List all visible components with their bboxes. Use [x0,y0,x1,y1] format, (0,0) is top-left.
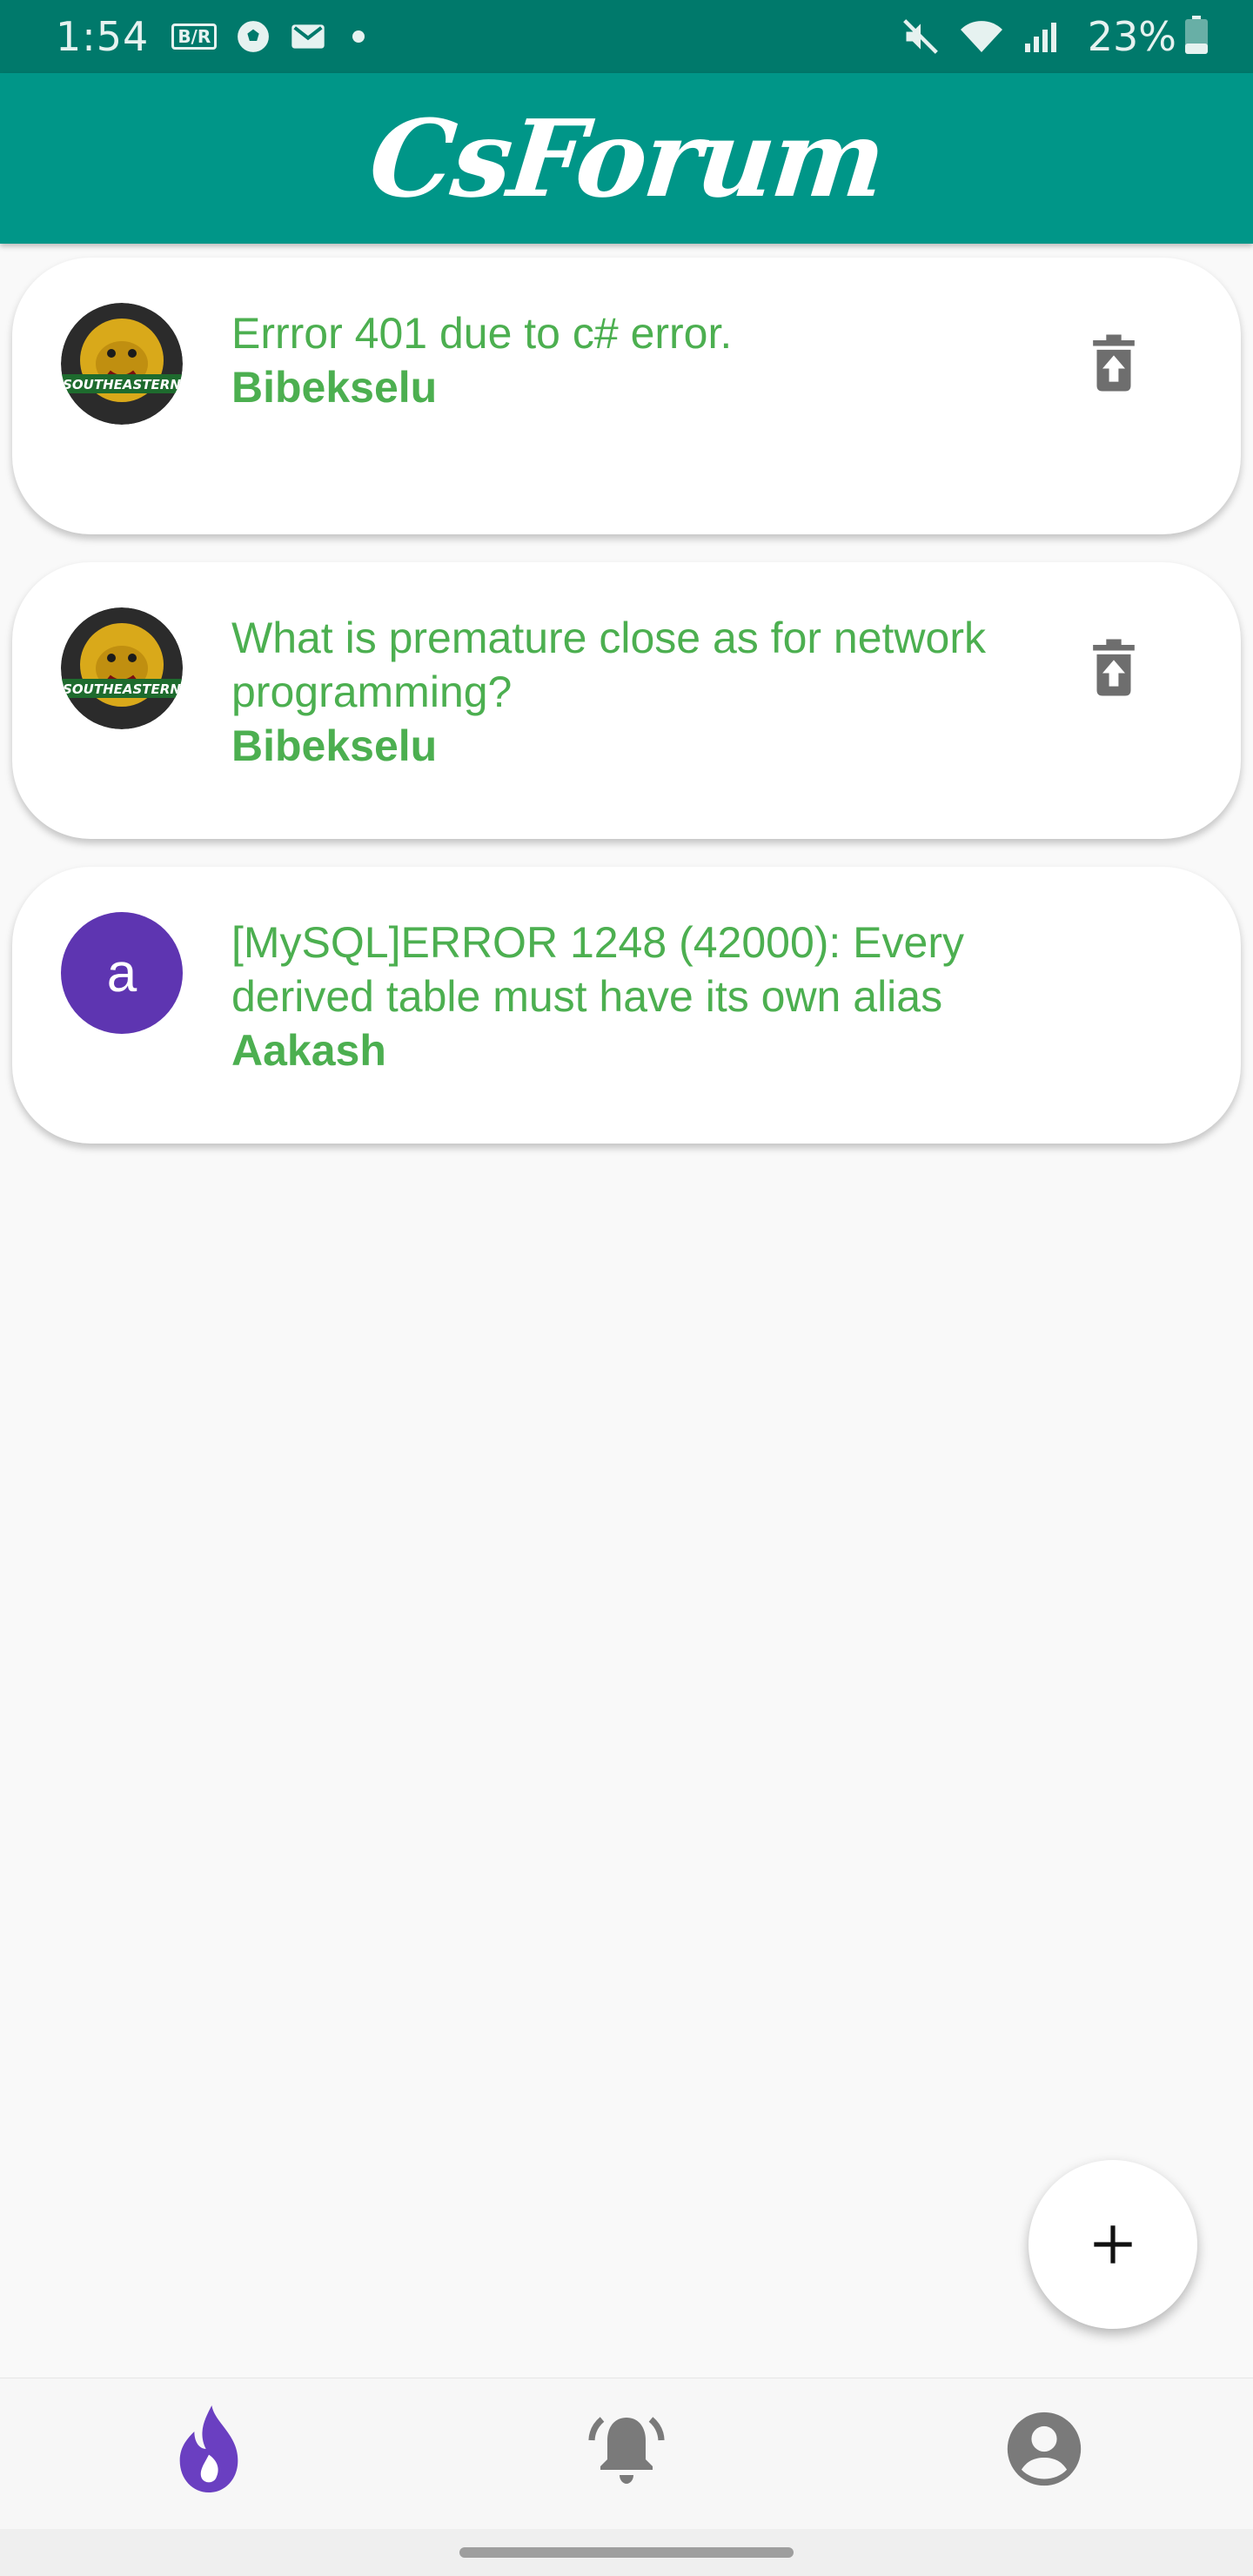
post-card[interactable]: a [MySQL]ERROR 1248 (42000): Every deriv… [12,867,1241,1144]
post-card[interactable]: SOUTHEASTERN Errror 401 due to c# error.… [12,258,1241,534]
nav-profile[interactable] [996,2401,1092,2497]
status-bar-left: 1:54 B/R [56,13,365,60]
post-list: SOUTHEASTERN Errror 401 due to c# error.… [12,258,1241,1171]
flame-icon [179,2405,238,2492]
app-bar: CsForum [0,73,1253,244]
app-title: CsForum [364,96,889,221]
avatar: SOUTHEASTERN [61,303,183,425]
post-title[interactable]: [MySQL]ERROR 1248 (42000): Every derived… [231,916,1049,1023]
status-bar-right: 23% [901,13,1208,60]
southeastern-lion-logo: SOUTHEASTERN [61,607,183,729]
wifi-icon [959,17,1004,56]
br-icon: B/R [171,23,218,50]
post-card[interactable]: SOUTHEASTERN What is premature close as … [12,562,1241,839]
dot-icon [352,30,365,43]
avatar: SOUTHEASTERN [61,607,183,729]
account-circle-icon [1007,2412,1082,2486]
mail-icon [290,22,326,51]
delete-button[interactable] [1086,331,1142,395]
post-author: Bibekselu [231,363,438,412]
plus-icon [1094,2225,1132,2264]
svg-text:SOUTHEASTERN: SOUTHEASTERN [63,681,181,697]
southeastern-lion-logo: SOUTHEASTERN [61,303,183,425]
battery-percent: 23% [1087,13,1176,60]
delete-button[interactable] [1086,635,1142,700]
svg-text:SOUTHEASTERN: SOUTHEASTERN [63,377,181,392]
add-post-button[interactable] [1029,2160,1197,2329]
post-text: [MySQL]ERROR 1248 (42000): Every derived… [231,916,1049,1077]
post-title[interactable]: Errror 401 due to c# error. [231,306,1049,360]
soccer-ball-icon [236,19,271,54]
bottom-nav [0,2378,1253,2530]
signal-icon [1023,19,1058,54]
nav-hot[interactable] [161,2401,257,2497]
post-author: Aakash [231,1026,386,1075]
status-time: 1:54 [56,13,150,60]
post-text: What is premature close as for network p… [231,611,1049,773]
delete-restore-icon [1093,334,1135,392]
mute-icon [901,17,940,56]
post-title[interactable]: What is premature close as for network p… [231,611,1049,719]
post-author: Bibekselu [231,721,438,770]
home-gesture-handle[interactable] [459,2547,794,2558]
delete-restore-icon [1093,639,1135,696]
avatar: a [61,912,183,1034]
bell-ringing-icon [588,2417,665,2484]
avatar-letter: a [106,943,137,1003]
nav-notifications[interactable] [579,2401,674,2497]
post-text: Errror 401 due to c# error. Bibekselu [231,306,1049,414]
status-bar: 1:54 B/R 23% [0,0,1253,73]
battery-icon [1185,16,1208,57]
